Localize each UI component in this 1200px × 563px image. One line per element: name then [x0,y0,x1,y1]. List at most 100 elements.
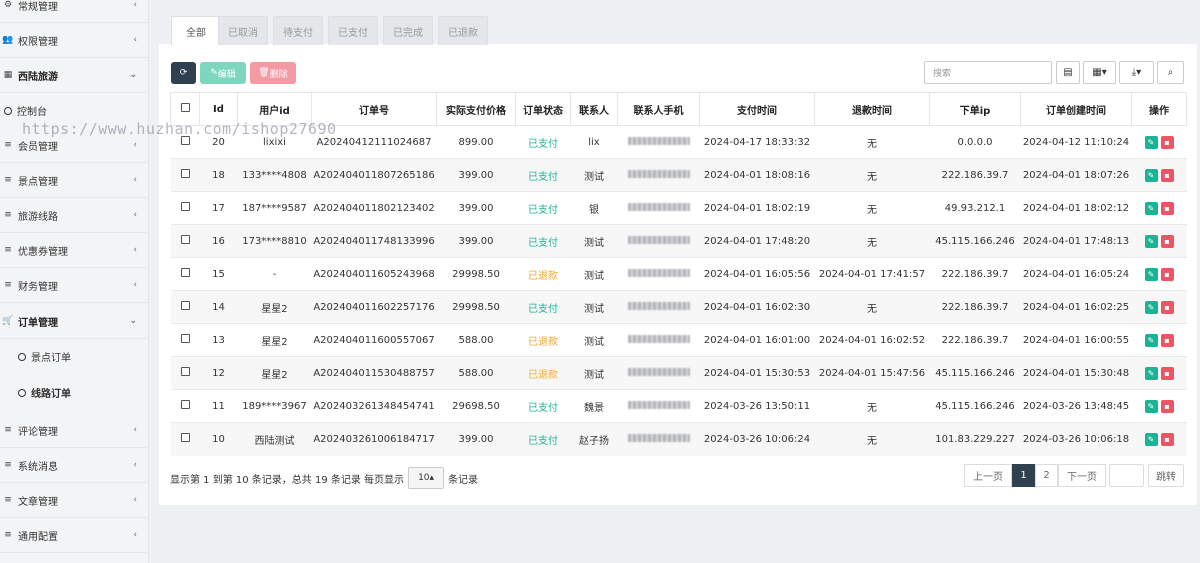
sidebar-item-permissions[interactable]: 👥 权限管理 ‹ [0,23,149,58]
jump-button[interactable]: 跳转 [1148,464,1184,487]
blurred-phone [627,169,690,178]
row-checkbox[interactable] [170,125,200,159]
row-edit-button[interactable]: ✎ [1144,168,1158,182]
row-checkbox[interactable] [170,323,200,357]
row-checkbox[interactable] [170,356,200,390]
col-header[interactable]: 联系人 [570,92,618,126]
jump-page-input[interactable] [1109,464,1144,487]
page-size-select[interactable]: 10 ▴ [408,467,445,489]
row-edit-button[interactable]: ✎ [1144,399,1158,413]
sidebar-item-articles[interactable]: ≡ 文章管理 ‹ [0,483,149,518]
col-header[interactable]: 订单号 [311,92,437,126]
sidebar-item-dashboard[interactable]: 控制台 [0,93,149,128]
tab-all[interactable]: 全部 [171,16,221,45]
tab-paid[interactable]: 已支付 [328,16,378,45]
sidebar-item-orders[interactable]: 🛒 订单管理 ⌄ [0,304,149,339]
trash-icon: ▪ [1164,203,1170,213]
row-edit-button[interactable]: ✎ [1144,267,1158,281]
cell-order-no: A202403261006184717 [311,422,437,456]
prev-page-button[interactable]: 上一页 [964,464,1012,487]
sidebar-item-coupons[interactable]: ≡ 优惠券管理 ‹ [0,233,149,268]
next-page-button[interactable]: 下一页 [1058,464,1106,487]
row-checkbox[interactable] [170,422,200,456]
table-row[interactable]: 20 lixixi A202404121110246​87 899.00 已支付 lix 2… [170,125,1187,159]
col-header[interactable]: 用户id [237,92,312,126]
sidebar-item-label: 评论管理 [18,426,58,438]
refresh-button[interactable]: ⟳ [171,62,196,84]
table-row[interactable]: 17 187****9587 A202404011802123402 399.00 已支… [170,191,1187,225]
tab-refunded[interactable]: 已退款 [438,16,488,45]
row-edit-button[interactable]: ✎ [1144,333,1158,347]
search-input[interactable]: 搜索 [924,61,1052,84]
cell-phone [617,323,700,357]
row-checkbox[interactable] [170,224,200,258]
row-delete-button[interactable]: ▪ [1160,168,1174,182]
col-header[interactable]: 实际支付价格 [436,92,516,126]
table-row[interactable]: 18 133****4808 A202404011807265186 399.00 已支… [170,158,1187,192]
row-delete-button[interactable]: ▪ [1160,333,1174,347]
row-delete-button[interactable]: ▪ [1160,366,1174,380]
row-delete-button[interactable]: ▪ [1160,135,1174,149]
table-row[interactable]: 10 西陆测试 A202403261006184717 399.00 已支付 赵子扬 202… [170,422,1187,456]
cell-contact: 测试 [570,290,618,324]
row-checkbox[interactable] [170,290,200,324]
sidebar-item-scenic-orders[interactable]: 景点订单 [0,339,149,374]
row-checkbox[interactable] [170,191,200,225]
row-checkbox[interactable] [170,257,200,291]
sidebar-item-messages[interactable]: ≡ 系统消息 ‹ [0,448,149,483]
table-row[interactable]: 11 189****3967 A202403261348454741 29698.50… [170,389,1187,423]
row-checkbox[interactable] [170,158,200,192]
row-delete-button[interactable]: ▪ [1160,267,1174,281]
cell-created: 2024-03-26 13:48:45 [1020,389,1132,423]
table-row[interactable]: 15- A202404011605243968 29998.50 已退款 测试 2024-… [170,257,1187,291]
table-row[interactable]: 16 173****8810 A202404011748133996 399.00 已支… [170,224,1187,258]
row-edit-button[interactable]: ✎ [1144,432,1158,446]
tab-pending-payment[interactable]: 待支付 [273,16,323,45]
search-button[interactable]: ⌕ [1157,61,1184,84]
row-edit-button[interactable]: ✎ [1144,366,1158,380]
tab-completed[interactable]: 已完成 [383,16,433,45]
sidebar-item-config[interactable]: ≡ 通用配置 ‹ [0,518,149,553]
select-all-checkbox[interactable] [170,92,200,126]
row-edit-button[interactable]: ✎ [1144,300,1158,314]
row-edit-button[interactable]: ✎ [1144,234,1158,248]
col-header[interactable]: 联系人手机 [617,92,700,126]
page-1-button[interactable]: 1 [1012,464,1035,487]
cell-id: 10 [199,422,238,456]
sidebar-item-general[interactable]: ⚙ 常规管理 ‹ [0,0,149,23]
col-header[interactable]: 订单状态 [515,92,571,126]
columns-button[interactable]: ▦▾ [1083,61,1116,84]
sidebar-item-finance[interactable]: ≡ 财务管理 ‹ [0,268,149,303]
page-2-button[interactable]: 2 [1035,464,1058,487]
row-edit-button[interactable]: ✎ [1144,201,1158,215]
col-header[interactable]: 订单创建时间 [1020,92,1132,126]
row-delete-button[interactable]: ▪ [1160,234,1174,248]
row-delete-button[interactable]: ▪ [1160,201,1174,215]
export-button[interactable]: ⤓▾ [1119,61,1154,84]
sidebar-item-xilu-travel[interactable]: ▦ 西陆旅游 ⌄ [0,58,149,93]
edit-button[interactable]: ✎ 编辑 [200,62,246,84]
col-header[interactable]: 支付时间 [699,92,815,126]
toggle-view-button[interactable]: ▤ [1056,61,1080,84]
col-header[interactable]: Id [199,92,238,126]
table-row[interactable]: 12 星星2 A202404011530488757 588.00 已退款 测试 2024-… [170,356,1187,390]
table-row[interactable]: 13 星星2 A202404011600557067 588.00 已退款 测试 2024-… [170,323,1187,357]
col-header[interactable]: 退款时间 [814,92,930,126]
sidebar-item-route-orders[interactable]: 线路订单 [0,375,149,410]
sidebar-item-members[interactable]: ≡ 会员管理 ‹ [0,128,149,163]
row-delete-button[interactable]: ▪ [1160,399,1174,413]
row-edit-button[interactable]: ✎ [1144,135,1158,149]
tab-cancelled[interactable]: 已取消 [218,16,268,45]
col-header[interactable]: 下单ip [929,92,1021,126]
row-delete-button[interactable]: ▪ [1160,300,1174,314]
table-row[interactable]: 14 星星2 A202404011602257176 29998.50 已支付 测试 202… [170,290,1187,324]
sidebar-item-comments[interactable]: ≡ 评论管理 ‹ [0,413,149,448]
row-delete-button[interactable]: ▪ [1160,432,1174,446]
cell-ip: 45.115.166.246 [929,356,1021,390]
delete-button[interactable]: 🗑 删除 [250,62,296,84]
row-checkbox[interactable] [170,389,200,423]
table-header-row: Id 用户id 订单号 实际支付价格 订单状态 联系人 联系人手机 支付时间 退… [170,92,1187,126]
sidebar-item-scenic[interactable]: ≡ 景点管理 ‹ [0,163,149,198]
chevron-left-icon: ‹ [133,210,137,220]
sidebar-item-routes[interactable]: ≡ 旅游线路 ‹ [0,198,149,233]
